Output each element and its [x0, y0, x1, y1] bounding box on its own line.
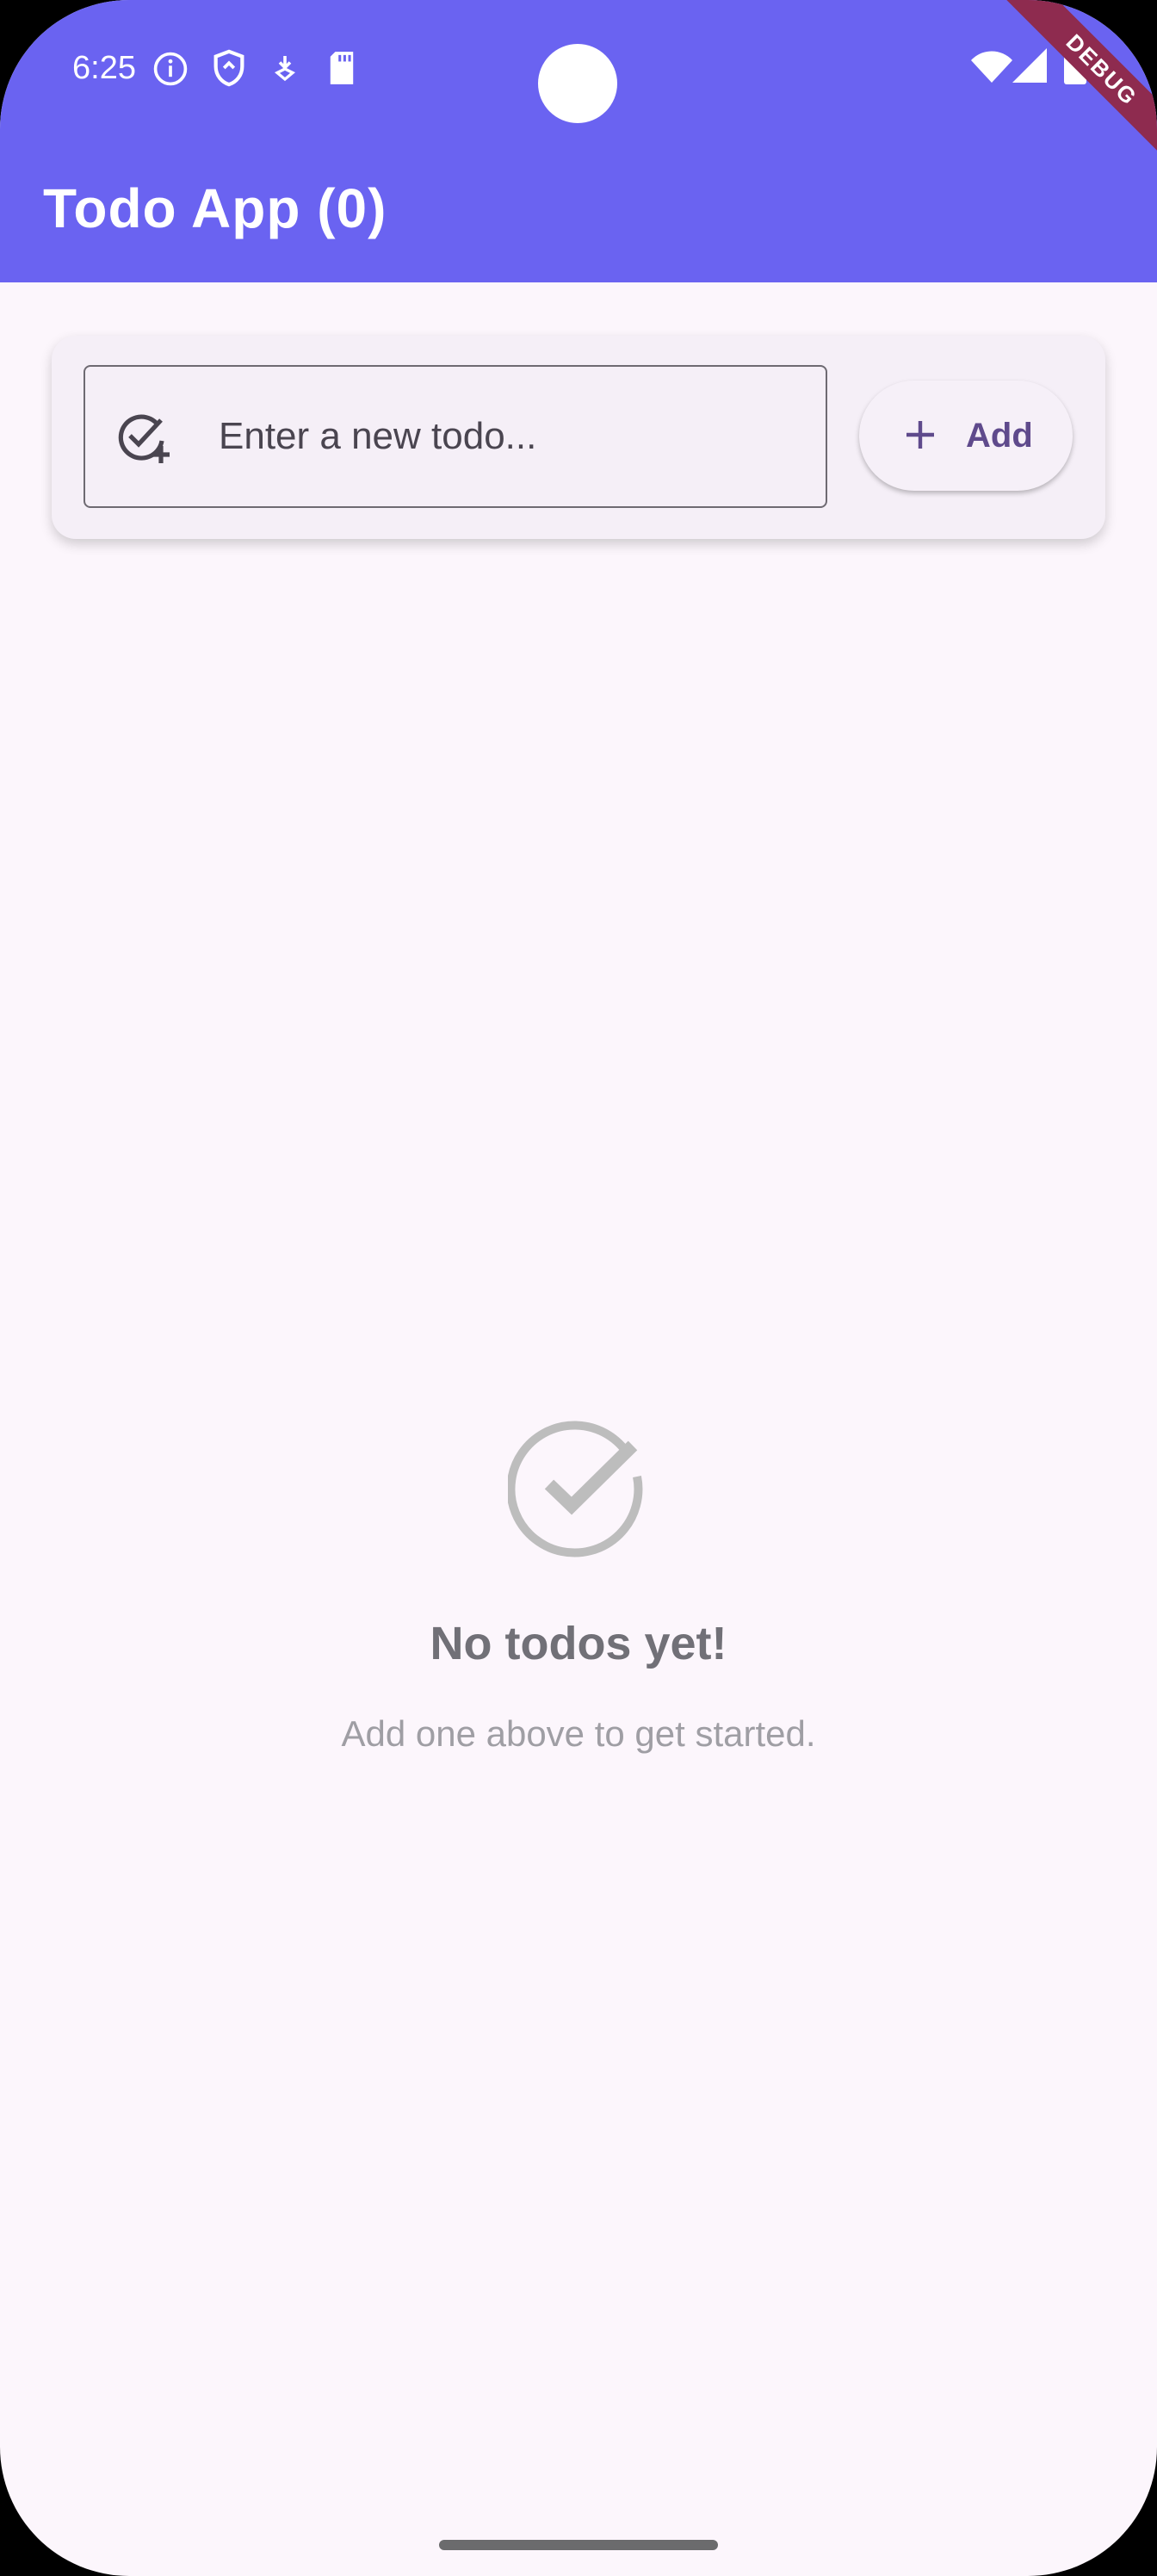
empty-state-title: No todos yet!: [430, 1618, 727, 1669]
status-time: 6:25: [72, 50, 136, 86]
add-button[interactable]: Add: [859, 381, 1073, 491]
shield-icon: [212, 48, 246, 88]
page-title: Todo App (0): [43, 177, 387, 239]
sd-card-icon: [327, 50, 356, 86]
front-camera: [538, 44, 617, 123]
debug-banner: DEBUG: [998, 0, 1157, 174]
wifi-icon: [971, 50, 1012, 83]
home-indicator[interactable]: [439, 2540, 718, 2550]
new-todo-field[interactable]: [84, 365, 827, 508]
add-button-label: Add: [966, 417, 1033, 455]
info-icon: [152, 50, 189, 88]
app-header: 6:25 DEBUG Todo App (0): [0, 0, 1157, 282]
add-todo-card: Add: [52, 336, 1105, 539]
signal-icon: [1012, 48, 1047, 83]
phone-screen: 6:25 DEBUG Todo App (0) Enter a new todo…: [0, 0, 1157, 2576]
empty-state-subtitle: Add one above to get started.: [341, 1713, 816, 1754]
new-todo-input[interactable]: [219, 412, 787, 461]
check-circle-icon: [506, 1416, 649, 1562]
add-task-icon: [116, 412, 173, 469]
download-icon: [272, 53, 298, 84]
plus-icon: [905, 419, 936, 455]
